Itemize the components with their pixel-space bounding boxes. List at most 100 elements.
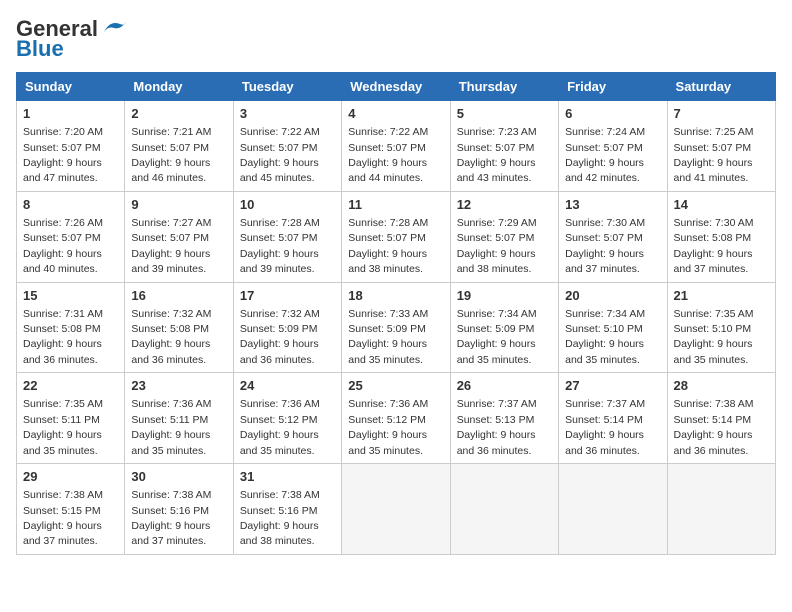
calendar-cell: 15 Sunrise: 7:31 AM Sunset: 5:08 PM Dayl…	[17, 282, 125, 373]
day-number: 18	[348, 287, 443, 305]
day-daylight: Daylight: 9 hours and 46 minutes.	[131, 157, 210, 184]
day-daylight: Daylight: 9 hours and 40 minutes.	[23, 248, 102, 275]
calendar-cell: 8 Sunrise: 7:26 AM Sunset: 5:07 PM Dayli…	[17, 191, 125, 282]
calendar-header-tuesday: Tuesday	[233, 73, 341, 101]
day-sunrise: Sunrise: 7:37 AM	[457, 398, 537, 410]
day-daylight: Daylight: 9 hours and 36 minutes.	[131, 338, 210, 365]
day-number: 31	[240, 468, 335, 486]
calendar-cell: 7 Sunrise: 7:25 AM Sunset: 5:07 PM Dayli…	[667, 101, 775, 192]
day-sunset: Sunset: 5:14 PM	[674, 414, 752, 426]
day-daylight: Daylight: 9 hours and 45 minutes.	[240, 157, 319, 184]
day-sunset: Sunset: 5:16 PM	[240, 505, 318, 517]
day-daylight: Daylight: 9 hours and 37 minutes.	[565, 248, 644, 275]
calendar-cell: 26 Sunrise: 7:37 AM Sunset: 5:13 PM Dayl…	[450, 373, 558, 464]
day-daylight: Daylight: 9 hours and 43 minutes.	[457, 157, 536, 184]
day-sunset: Sunset: 5:07 PM	[457, 232, 535, 244]
calendar-cell: 24 Sunrise: 7:36 AM Sunset: 5:12 PM Dayl…	[233, 373, 341, 464]
calendar-cell: 21 Sunrise: 7:35 AM Sunset: 5:10 PM Dayl…	[667, 282, 775, 373]
day-sunset: Sunset: 5:08 PM	[674, 232, 752, 244]
day-number: 1	[23, 105, 118, 123]
calendar-cell: 18 Sunrise: 7:33 AM Sunset: 5:09 PM Dayl…	[342, 282, 450, 373]
day-daylight: Daylight: 9 hours and 35 minutes.	[348, 338, 427, 365]
day-sunset: Sunset: 5:12 PM	[240, 414, 318, 426]
calendar-cell: 23 Sunrise: 7:36 AM Sunset: 5:11 PM Dayl…	[125, 373, 233, 464]
day-number: 30	[131, 468, 226, 486]
day-daylight: Daylight: 9 hours and 36 minutes.	[674, 429, 753, 456]
day-number: 15	[23, 287, 118, 305]
day-number: 12	[457, 196, 552, 214]
calendar-week-1: 1 Sunrise: 7:20 AM Sunset: 5:07 PM Dayli…	[17, 101, 776, 192]
day-sunset: Sunset: 5:08 PM	[23, 323, 101, 335]
day-sunrise: Sunrise: 7:20 AM	[23, 126, 103, 138]
logo-blue: Blue	[16, 36, 64, 62]
logo-bird-icon	[100, 18, 128, 36]
calendar-header-wednesday: Wednesday	[342, 73, 450, 101]
day-sunset: Sunset: 5:10 PM	[674, 323, 752, 335]
day-number: 11	[348, 196, 443, 214]
day-sunrise: Sunrise: 7:28 AM	[348, 217, 428, 229]
day-number: 17	[240, 287, 335, 305]
day-sunset: Sunset: 5:07 PM	[23, 142, 101, 154]
day-daylight: Daylight: 9 hours and 41 minutes.	[674, 157, 753, 184]
day-sunset: Sunset: 5:08 PM	[131, 323, 209, 335]
day-daylight: Daylight: 9 hours and 39 minutes.	[131, 248, 210, 275]
day-sunrise: Sunrise: 7:23 AM	[457, 126, 537, 138]
day-daylight: Daylight: 9 hours and 35 minutes.	[240, 429, 319, 456]
day-sunrise: Sunrise: 7:28 AM	[240, 217, 320, 229]
day-daylight: Daylight: 9 hours and 35 minutes.	[131, 429, 210, 456]
calendar-cell	[342, 464, 450, 555]
calendar-cell: 12 Sunrise: 7:29 AM Sunset: 5:07 PM Dayl…	[450, 191, 558, 282]
calendar-header-monday: Monday	[125, 73, 233, 101]
calendar-header-row: SundayMondayTuesdayWednesdayThursdayFrid…	[17, 73, 776, 101]
day-sunset: Sunset: 5:07 PM	[131, 142, 209, 154]
calendar-cell: 16 Sunrise: 7:32 AM Sunset: 5:08 PM Dayl…	[125, 282, 233, 373]
calendar-cell: 13 Sunrise: 7:30 AM Sunset: 5:07 PM Dayl…	[559, 191, 667, 282]
day-sunrise: Sunrise: 7:34 AM	[565, 308, 645, 320]
day-number: 13	[565, 196, 660, 214]
day-sunrise: Sunrise: 7:35 AM	[674, 308, 754, 320]
calendar-cell: 19 Sunrise: 7:34 AM Sunset: 5:09 PM Dayl…	[450, 282, 558, 373]
day-number: 7	[674, 105, 769, 123]
day-sunrise: Sunrise: 7:35 AM	[23, 398, 103, 410]
day-daylight: Daylight: 9 hours and 36 minutes.	[457, 429, 536, 456]
day-sunrise: Sunrise: 7:22 AM	[348, 126, 428, 138]
day-daylight: Daylight: 9 hours and 47 minutes.	[23, 157, 102, 184]
day-sunset: Sunset: 5:07 PM	[131, 232, 209, 244]
day-sunrise: Sunrise: 7:37 AM	[565, 398, 645, 410]
day-sunset: Sunset: 5:09 PM	[457, 323, 535, 335]
calendar-cell: 14 Sunrise: 7:30 AM Sunset: 5:08 PM Dayl…	[667, 191, 775, 282]
day-sunrise: Sunrise: 7:36 AM	[240, 398, 320, 410]
logo: General Blue	[16, 16, 128, 62]
day-number: 24	[240, 377, 335, 395]
day-daylight: Daylight: 9 hours and 35 minutes.	[565, 338, 644, 365]
calendar-week-3: 15 Sunrise: 7:31 AM Sunset: 5:08 PM Dayl…	[17, 282, 776, 373]
day-number: 26	[457, 377, 552, 395]
day-number: 27	[565, 377, 660, 395]
day-number: 22	[23, 377, 118, 395]
day-sunset: Sunset: 5:09 PM	[240, 323, 318, 335]
day-sunrise: Sunrise: 7:26 AM	[23, 217, 103, 229]
calendar-cell: 17 Sunrise: 7:32 AM Sunset: 5:09 PM Dayl…	[233, 282, 341, 373]
calendar-header-saturday: Saturday	[667, 73, 775, 101]
day-number: 23	[131, 377, 226, 395]
day-number: 6	[565, 105, 660, 123]
day-sunset: Sunset: 5:11 PM	[131, 414, 208, 426]
day-sunset: Sunset: 5:07 PM	[457, 142, 535, 154]
calendar-header-friday: Friday	[559, 73, 667, 101]
day-number: 10	[240, 196, 335, 214]
day-sunset: Sunset: 5:14 PM	[565, 414, 643, 426]
day-sunset: Sunset: 5:07 PM	[240, 232, 318, 244]
calendar-cell: 31 Sunrise: 7:38 AM Sunset: 5:16 PM Dayl…	[233, 464, 341, 555]
calendar-cell: 10 Sunrise: 7:28 AM Sunset: 5:07 PM Dayl…	[233, 191, 341, 282]
day-sunset: Sunset: 5:09 PM	[348, 323, 426, 335]
day-daylight: Daylight: 9 hours and 36 minutes.	[240, 338, 319, 365]
day-sunrise: Sunrise: 7:36 AM	[131, 398, 211, 410]
day-number: 9	[131, 196, 226, 214]
day-daylight: Daylight: 9 hours and 39 minutes.	[240, 248, 319, 275]
calendar-cell: 25 Sunrise: 7:36 AM Sunset: 5:12 PM Dayl…	[342, 373, 450, 464]
day-sunrise: Sunrise: 7:32 AM	[240, 308, 320, 320]
day-number: 3	[240, 105, 335, 123]
day-sunrise: Sunrise: 7:29 AM	[457, 217, 537, 229]
calendar-cell	[450, 464, 558, 555]
day-daylight: Daylight: 9 hours and 38 minutes.	[457, 248, 536, 275]
